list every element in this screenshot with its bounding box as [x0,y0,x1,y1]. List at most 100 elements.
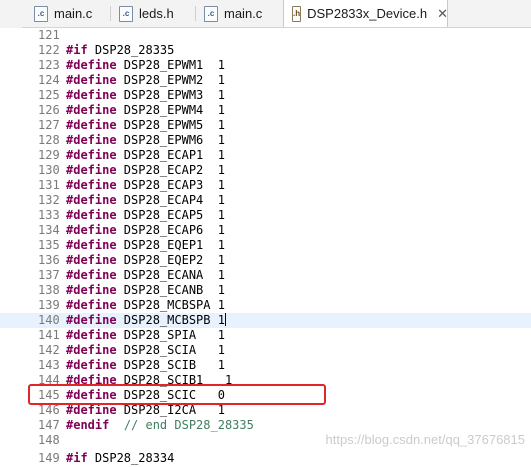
code-token: DSP28_ECAP2 1 [116,163,225,177]
preprocessor-keyword: #define [66,313,117,327]
code-text: #define DSP28_EQEP2 1 [66,253,225,268]
line-number: 147 [38,418,60,432]
tab-label: DSP2833x_Device.h [307,6,428,21]
code-token: DSP28_28335 [87,43,175,57]
code-line[interactable]: 133 #define DSP28_ECAP5 1 [0,208,531,223]
code-text: #endif // end DSP28_28335 [66,418,254,433]
code-line[interactable]: 122 #if DSP28_28335 [0,43,531,58]
code-line[interactable]: 134 #define DSP28_ECAP6 1 [0,223,531,238]
preprocessor-keyword: #define [66,328,117,342]
code-text: #define DSP28_MCBSPB 1 [66,313,226,328]
line-number: 145 [38,388,60,402]
preprocessor-keyword: #define [66,148,117,162]
line-number: 124 [38,73,60,87]
line-number: 146 [38,403,60,417]
preprocessor-keyword: #define [66,253,117,267]
code-text: #define DSP28_EPWM1 1 [66,58,225,73]
c-file-icon: .c [119,5,133,22]
preprocessor-keyword: #endif [66,418,110,432]
preprocessor-keyword: #define [66,178,117,192]
line-number: 139 [38,298,60,312]
preprocessor-keyword: #if [66,43,88,57]
code-text: #define DSP28_SCIA 1 [66,343,225,358]
preprocessor-keyword: #define [66,343,117,357]
code-line[interactable]: 124 #define DSP28_EPWM2 1 [0,73,531,88]
tab-dsp2833x-device-h[interactable]: .h DSP2833x_Device.h ✕ [283,0,448,27]
code-line[interactable]: 136 #define DSP28_EQEP2 1 [0,253,531,268]
close-icon[interactable]: ✕ [437,6,448,22]
preprocessor-keyword: #define [66,163,117,177]
code-line[interactable]: 125 #define DSP28_EPWM3 1 [0,88,531,103]
line-number: 128 [38,133,60,147]
preprocessor-keyword: #define [66,73,117,87]
code-comment: // end DSP28_28335 [123,418,254,432]
preprocessor-keyword: #define [66,283,117,297]
code-line[interactable]: 137 #define DSP28_ECANA 1 [0,268,531,283]
code-line[interactable]: 140 #define DSP28_MCBSPB 1 [0,313,531,328]
tab-bar-left-margin [0,0,22,28]
line-number: 148 [38,433,60,447]
code-token: DSP28_EPWM5 1 [116,118,225,132]
line-number: 140 [38,313,60,327]
code-editor[interactable]: 121 122 #if DSP28_28335 123 #define DSP28_EP… [0,28,531,467]
code-token: DSP28_I2CA 1 [116,403,225,417]
code-token: DSP28_EPWM1 1 [116,58,225,72]
code-line[interactable]: 130 #define DSP28_ECAP2 1 [0,163,531,178]
preprocessor-keyword: #define [66,103,117,117]
preprocessor-keyword: #define [66,238,117,252]
code-token: DSP28_28334 [87,451,175,465]
code-line[interactable]: 135 #define DSP28_EQEP1 1 [0,238,531,253]
code-text: #define DSP28_SCIB 1 [66,358,225,373]
code-line[interactable]: 138 #define DSP28_ECANB 1 [0,283,531,298]
line-number: 123 [38,58,60,72]
c-file-icon: .c [34,5,48,22]
line-number: 138 [38,283,60,297]
code-token: DSP28_SCIB1 1 [116,373,233,387]
code-line[interactable]: 143 #define DSP28_SCIB 1 [0,358,531,373]
preprocessor-keyword: #define [66,193,117,207]
code-text: #define DSP28_ECANA 1 [66,268,225,283]
code-line[interactable]: 144 #define DSP28_SCIB1 1 [0,373,531,388]
code-line[interactable]: 146 #define DSP28_I2CA 1 [0,403,531,418]
code-line[interactable]: 123 #define DSP28_EPWM1 1 [0,58,531,73]
preprocessor-keyword: #define [66,403,117,417]
tab-main-c-2[interactable]: .c main.c [196,0,281,27]
line-number: 125 [38,88,60,102]
line-number: 144 [38,373,60,387]
code-line[interactable]: 126 #define DSP28_EPWM4 1 [0,103,531,118]
tab-label: main.c [54,6,93,21]
code-line[interactable]: 121 [0,28,531,43]
code-text: #define DSP28_EPWM4 1 [66,103,225,118]
code-line[interactable]: 128 #define DSP28_EPWM6 1 [0,133,531,148]
line-number: 127 [38,118,60,132]
code-line[interactable]: 127 #define DSP28_EPWM5 1 [0,118,531,133]
tab-main-c-1[interactable]: .c main.c [26,0,111,27]
code-text: #define DSP28_EPWM5 1 [66,118,225,133]
code-token: DSP28_SCIB 1 [116,358,225,372]
code-token: DSP28_SPIA 1 [116,328,225,342]
line-number: 137 [38,268,60,282]
code-line[interactable]: 131 #define DSP28_ECAP3 1 [0,178,531,193]
tab-label: leds.h [139,6,174,21]
preprocessor-keyword: #define [66,208,117,222]
line-number: 149 [38,451,60,465]
code-token: DSP28_ECANA 1 [116,268,225,282]
code-line[interactable]: 132 #define DSP28_ECAP4 1 [0,193,531,208]
code-line[interactable]: 149 #if DSP28_28334 [0,451,531,466]
watermark: https://blog.csdn.net/qq_37676815 [325,432,526,447]
code-text: #define DSP28_MCBSPA 1 [66,298,225,313]
preprocessor-keyword: #define [66,298,117,312]
code-line[interactable]: 147 #endif // end DSP28_28335 [0,418,531,433]
code-text: #define DSP28_EPWM3 1 [66,88,225,103]
code-text: #define DSP28_ECAP4 1 [66,193,225,208]
code-line[interactable]: 129 #define DSP28_ECAP1 1 [0,148,531,163]
tab-leds-h[interactable]: .c leds.h [111,0,196,27]
c-file-icon: .c [204,5,218,22]
code-token: DSP28_ECAP3 1 [116,178,225,192]
code-line[interactable]: 141 #define DSP28_SPIA 1 [0,328,531,343]
code-line[interactable]: 142 #define DSP28_SCIA 1 [0,343,531,358]
code-text: #define DSP28_ECAP2 1 [66,163,225,178]
code-line[interactable]: 139 #define DSP28_MCBSPA 1 [0,298,531,313]
code-token: DSP28_EQEP2 1 [116,253,225,267]
code-line[interactable]: 145 #define DSP28_SCIC 0 [0,388,531,403]
